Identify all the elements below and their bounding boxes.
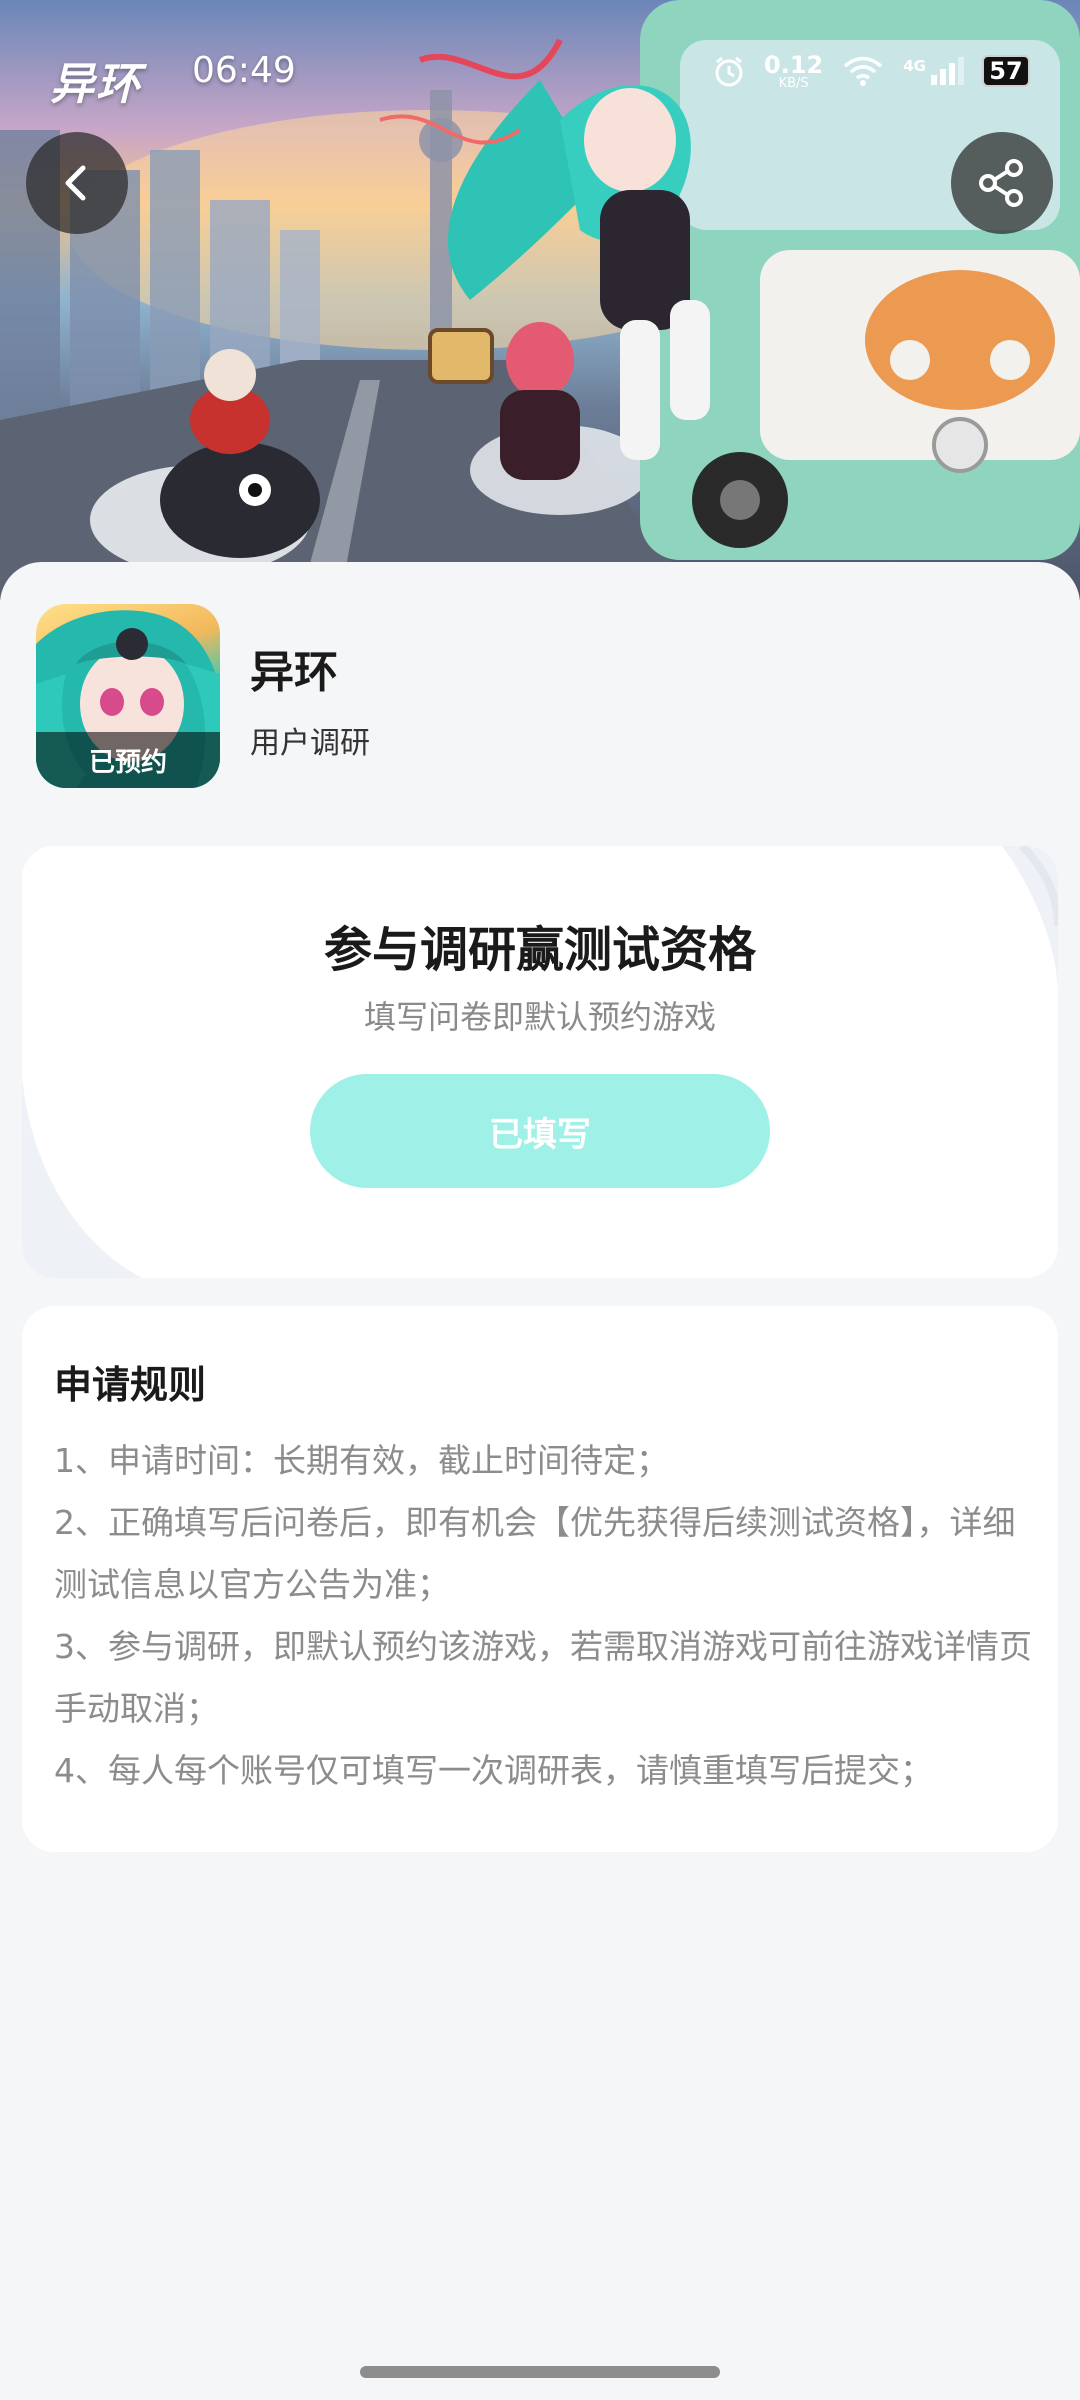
network-speed: 0.12 KB/S xyxy=(764,53,823,90)
rules-title: 申请规则 xyxy=(54,1363,207,1407)
rules-list: 1、申请时间：长期有效，截止时间待定； 2、正确填写后问卷后，即有机会【优先获得… xyxy=(54,1430,1034,1802)
hero-banner: 异环 06:49 0.12 KB/S 4G 57 xyxy=(0,0,1080,600)
app-subtitle: 用户调研 xyxy=(250,726,370,761)
network-speed-value: 0.12 xyxy=(764,50,824,79)
filled-button[interactable]: 已填写 xyxy=(310,1074,770,1188)
status-icons: 0.12 KB/S 4G 57 xyxy=(712,46,1030,96)
status-bar: 异环 06:49 0.12 KB/S 4G 57 xyxy=(0,40,1080,110)
network-speed-unit: KB/S xyxy=(778,75,809,91)
app-icon: 已预约 xyxy=(36,604,220,788)
rule-item: 1、申请时间：长期有效，截止时间待定； xyxy=(54,1441,669,1480)
rule-item: 2、正确填写后问卷后，即有机会【优先获得后续测试资格】，详细测试信息以官方公告为… xyxy=(54,1503,1016,1604)
battery-indicator: 57 xyxy=(982,55,1030,87)
network-type: 4G xyxy=(903,57,926,75)
signal-icon: 4G xyxy=(903,57,964,85)
page: 异环 06:49 0.12 KB/S 4G 57 已预约 异环 用户调研 参与调… xyxy=(0,0,1080,2400)
share-button[interactable] xyxy=(951,132,1053,234)
rule-item: 3、参与调研，即默认预约该游戏，若需取消游戏可前往游戏详情页手动取消； xyxy=(54,1627,1032,1728)
share-icon xyxy=(979,159,1023,207)
alarm-icon xyxy=(715,56,743,87)
chevron-left-icon xyxy=(65,165,86,201)
status-app-logo: 异环 xyxy=(50,59,142,110)
app-name: 异环 xyxy=(250,647,338,698)
back-button[interactable] xyxy=(26,132,128,234)
reserved-badge: 已预约 xyxy=(36,732,220,788)
rules-card: 申请规则 1、申请时间：长期有效，截止时间待定； 2、正确填写后问卷后，即有机会… xyxy=(22,1306,1058,1852)
status-time: 06:49 xyxy=(192,50,296,91)
home-indicator[interactable] xyxy=(360,2366,720,2378)
survey-subtitle: 填写问卷即默认预约游戏 xyxy=(363,998,716,1036)
survey-card: 参与调研赢测试资格 填写问卷即默认预约游戏 已填写 xyxy=(22,846,1058,1278)
wifi-icon xyxy=(844,56,883,86)
rule-item: 4、每人每个账号仅可填写一次调研表，请慎重填写后提交； xyxy=(54,1751,933,1790)
survey-title: 参与调研赢测试资格 xyxy=(323,922,756,978)
